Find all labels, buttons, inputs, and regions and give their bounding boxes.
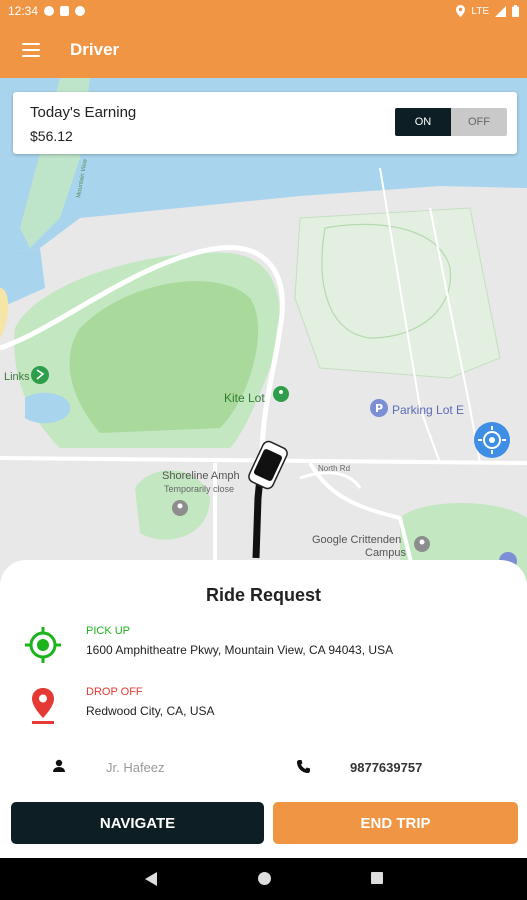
map-view[interactable]: P Links Kite Lot Parking Lot E Shoreline… bbox=[0, 78, 527, 598]
battery-icon bbox=[512, 5, 519, 17]
map-canvas[interactable]: P Links Kite Lot Parking Lot E Shoreline… bbox=[0, 78, 527, 598]
rider-name: Jr. Hafeez bbox=[106, 760, 165, 775]
dropoff-address: Redwood City, CA, USA bbox=[86, 704, 215, 718]
rider-phone[interactable]: 9877639757 bbox=[350, 760, 422, 775]
place-marker-icon bbox=[172, 500, 188, 516]
chat-icon bbox=[75, 6, 86, 16]
app-title: Driver bbox=[70, 40, 120, 59]
earnings-card: Today's Earning $56.12 ON OFF bbox=[13, 92, 517, 154]
my-location-icon[interactable] bbox=[474, 422, 510, 458]
rider-contact-row: Jr. Hafeez 9877639757 bbox=[0, 757, 527, 779]
navigate-button[interactable]: NAVIGATE bbox=[11, 802, 264, 844]
pickup-caption: PICK UP bbox=[86, 625, 131, 637]
toggle-on-button[interactable]: ON bbox=[395, 108, 451, 136]
map-label-parking-lot: Parking Lot E bbox=[392, 403, 464, 417]
map-label-campus: Campus bbox=[365, 547, 406, 559]
campus-marker-icon bbox=[414, 536, 430, 552]
pickup-address: 1600 Amphitheatre Pkwy, Mountain View, C… bbox=[86, 643, 394, 657]
location-status-icon bbox=[456, 5, 466, 17]
sd-card-icon bbox=[60, 6, 70, 16]
network-type: LTE bbox=[471, 5, 489, 17]
dropoff-caption: DROP OFF bbox=[86, 686, 143, 698]
phone-icon[interactable] bbox=[296, 759, 311, 774]
recents-icon[interactable] bbox=[370, 871, 384, 885]
notification-icon bbox=[44, 6, 55, 16]
map-label-shoreline: Shoreline Amph bbox=[162, 470, 240, 482]
parking-marker-icon: P bbox=[370, 399, 388, 417]
golf-marker-icon bbox=[31, 366, 49, 384]
ride-request-title: Ride Request bbox=[205, 585, 322, 605]
earnings-amount: $56.12 bbox=[30, 128, 73, 144]
map-label-north-rd: North Rd bbox=[318, 464, 350, 473]
system-navigation-bar bbox=[0, 858, 527, 900]
person-icon bbox=[53, 759, 65, 772]
hamburger-menu-icon[interactable] bbox=[22, 43, 40, 57]
pickup-target-icon bbox=[22, 624, 64, 666]
earnings-label: Today's Earning bbox=[30, 104, 137, 121]
dropoff-pin-icon bbox=[22, 685, 64, 727]
svg-text:P: P bbox=[375, 402, 383, 415]
toggle-off-button[interactable]: OFF bbox=[451, 108, 507, 136]
online-toggle[interactable]: ON OFF bbox=[395, 108, 507, 136]
status-bar: 12:34 LTE bbox=[0, 0, 527, 22]
map-label-google-crittenden: Google Crittenden bbox=[312, 534, 401, 546]
app-bar: Driver bbox=[0, 22, 527, 78]
map-label-shoreline-status: Temporarily close bbox=[164, 484, 234, 494]
kite-lot-marker-icon bbox=[273, 386, 289, 402]
map-label-links: Links bbox=[4, 371, 30, 383]
back-icon[interactable] bbox=[144, 871, 158, 887]
home-icon[interactable] bbox=[257, 871, 272, 886]
end-trip-button[interactable]: END TRIP bbox=[273, 802, 518, 844]
signal-icon bbox=[495, 5, 506, 17]
status-time: 12:34 bbox=[8, 4, 39, 18]
map-label-kite-lot: Kite Lot bbox=[224, 391, 265, 405]
